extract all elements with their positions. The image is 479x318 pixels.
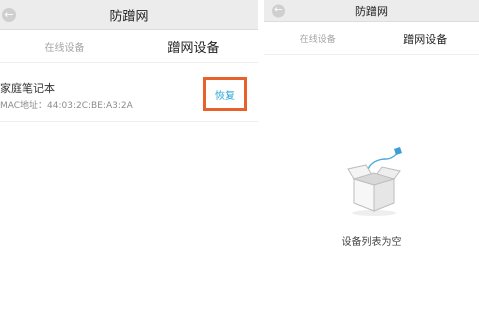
device-name: 家庭笔记本 [0,82,55,95]
device-mac-address: MAC地址：44:03:2C:BE:A3:2A [0,101,133,111]
tab-bar: 在线设备 蹭网设备 [264,23,479,55]
empty-list-text: 设备列表为空 [341,237,402,248]
tab-bar: 在线设备 蹭网设备 [0,31,258,63]
empty-box-icon [346,145,402,217]
tab-online-devices[interactable]: 在线设备 [264,23,372,54]
tab-blocked-devices[interactable]: 蹭网设备 [372,23,479,54]
top-bar: ← 防蹭网 [0,0,258,30]
page-title: 防蹭网 [355,4,388,18]
top-bar: ← 防蹭网 [264,0,479,22]
restore-button[interactable]: 恢复 [203,77,247,111]
page-title: 防蹭网 [109,9,149,24]
tab-blocked-devices[interactable]: 蹭网设备 [129,31,258,62]
left-screen: ← 防蹭网 在线设备 蹭网设备 家庭笔记本 MAC地址：44:03:2C:BE:… [0,0,258,318]
right-screen: ← 防蹭网 在线设备 蹭网设备 设备列表为空 [264,0,479,318]
tab-online-devices[interactable]: 在线设备 [0,31,129,62]
